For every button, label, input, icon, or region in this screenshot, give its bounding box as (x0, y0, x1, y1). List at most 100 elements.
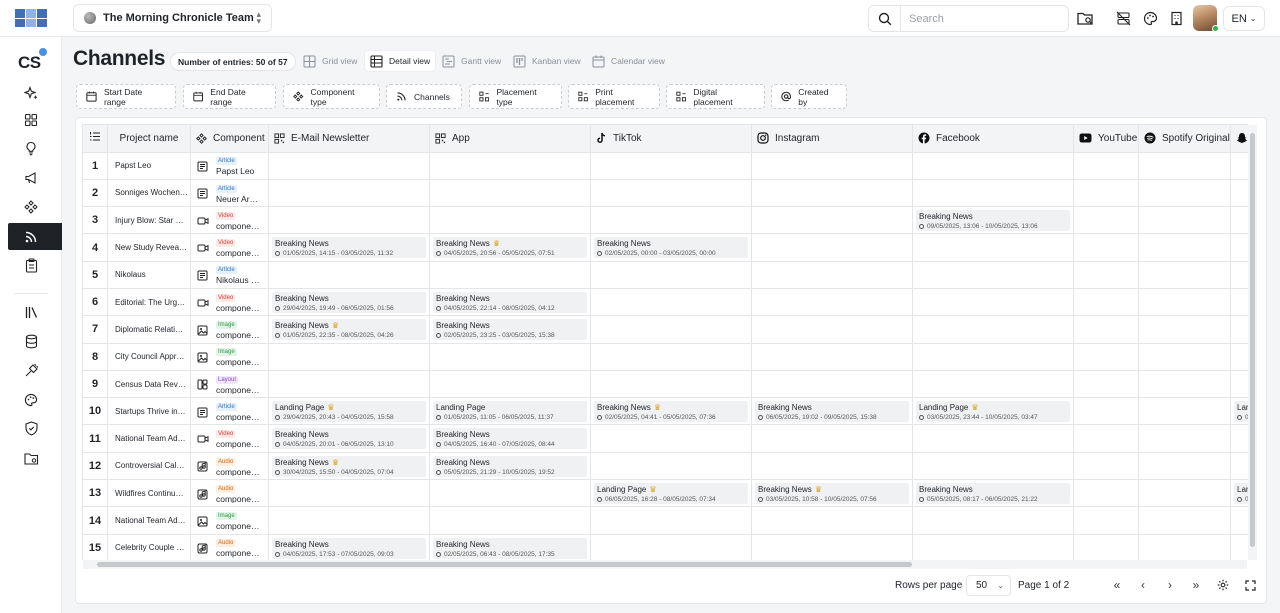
channel-cell-instagram[interactable] (751, 342, 913, 371)
channel-cell-tiktok[interactable] (590, 206, 752, 235)
placement-card[interactable]: Breaking News ♛ 04/05/2025, 20:56 - 05/05… (433, 237, 587, 259)
placement-card[interactable]: Lan 0 (1234, 483, 1248, 505)
table-row[interactable]: 2 Sonniges Wochen… Article Neuer Ar… (82, 178, 1248, 208)
channel-cell-facebook[interactable]: Landing Page ♛ 03/05/2025, 23:44 - 10/05/… (912, 397, 1074, 426)
vertical-scroll-thumb[interactable] (1250, 133, 1255, 547)
channel-cell-youtube[interactable] (1073, 397, 1139, 426)
placement-card[interactable]: Landing Page ♛ 06/05/2025, 16:28 - 08/05/… (594, 483, 748, 505)
search-input[interactable] (901, 6, 1068, 31)
component-cell[interactable]: Article Nikolaus … (190, 260, 269, 289)
channel-cell-spotify[interactable] (1138, 206, 1231, 235)
filter-created-by[interactable]: Created by (771, 84, 847, 109)
channel-cell-extra[interactable] (1230, 369, 1248, 399)
project-name-cell[interactable]: Nikolaus (107, 260, 191, 289)
column-header-youtube[interactable]: YouTube (1073, 125, 1139, 153)
sidebar-item-database[interactable] (8, 328, 62, 355)
column-header-app[interactable]: App (429, 125, 591, 153)
project-name-cell[interactable]: Census Data Rev… (107, 369, 191, 399)
channel-cell-instagram[interactable]: Breaking News ♛ 03/05/2025, 10:58 - 10/05… (751, 479, 913, 508)
channel-cell-tiktok[interactable] (590, 151, 752, 180)
placement-card[interactable]: Landing Page ♛ 29/04/2025, 20:43 - 04/05/… (272, 401, 426, 423)
component-cell[interactable]: Image compone… (190, 315, 269, 344)
project-name-cell[interactable]: Wildfires Continu… (107, 479, 191, 508)
component-cell[interactable]: Article Neuer Ar… (190, 178, 269, 208)
sidebar-item-integrations[interactable] (8, 357, 62, 384)
channel-cell-instagram[interactable] (751, 424, 913, 453)
channel-cell-app[interactable] (429, 369, 591, 399)
placement-card[interactable]: Breaking News ♛ 02/05/2025, 04:41 - 05/05… (594, 401, 748, 423)
filter-print-placement[interactable]: Print placement (568, 84, 660, 109)
channel-cell-youtube[interactable] (1073, 479, 1139, 508)
table-row[interactable]: 6 Editorial: The Urg… Video compone… Brea… (82, 287, 1248, 317)
sidebar-item-ai[interactable] (8, 80, 62, 107)
channel-cell-tiktok[interactable] (590, 533, 752, 560)
sidebar-item-channels[interactable] (8, 223, 62, 250)
channel-cell-extra[interactable]: Lan 0 (1230, 397, 1248, 426)
component-cell[interactable]: Layout compone… (190, 369, 269, 399)
component-cell[interactable]: Video compone… (190, 206, 269, 235)
sidebar-item-library[interactable] (8, 299, 62, 326)
table-row[interactable]: 14 National Team Ad… Image compone… (82, 506, 1248, 535)
channel-cell-extra[interactable]: Lan 0 (1230, 479, 1248, 508)
channel-cell-facebook[interactable] (912, 451, 1074, 481)
channel-cell-email[interactable]: Breaking News 04/05/2025, 20:01 - 06/05/… (268, 424, 430, 453)
channel-cell-tiktok[interactable] (590, 260, 752, 289)
channel-cell-facebook[interactable] (912, 233, 1074, 262)
channel-cell-youtube[interactable] (1073, 206, 1139, 235)
placement-card[interactable]: Breaking News 04/05/2025, 16:40 - 07/05/… (433, 428, 587, 450)
channel-cell-facebook[interactable] (912, 424, 1074, 453)
view-grid-button[interactable]: Grid view (298, 50, 362, 72)
placement-card[interactable]: Breaking News 04/05/2025, 17:53 - 07/05/… (272, 537, 426, 559)
component-cell[interactable]: Video compone… (190, 287, 269, 317)
channel-cell-spotify[interactable] (1138, 260, 1231, 289)
placement-card[interactable]: Landing Page 01/05/2025, 11:05 - 06/05/2… (433, 401, 587, 423)
channel-cell-youtube[interactable] (1073, 369, 1139, 399)
channel-cell-tiktok[interactable] (590, 287, 752, 317)
table-row[interactable]: 15 Celebrity Couple … Audio compone… Brea… (82, 533, 1248, 560)
channel-cell-youtube[interactable] (1073, 315, 1139, 344)
channel-cell-spotify[interactable] (1138, 178, 1231, 208)
placement-card[interactable]: Breaking News 05/05/2025, 21:29 - 10/05/… (433, 455, 587, 477)
horizontal-scroll-thumb[interactable] (97, 562, 912, 567)
component-cell[interactable]: Image compone… (190, 342, 269, 371)
project-name-cell[interactable]: National Team Ad… (107, 506, 191, 535)
channel-cell-youtube[interactable] (1073, 151, 1139, 180)
previous-page-button[interactable]: ‹ (1135, 577, 1151, 593)
placement-card[interactable]: Breaking News 02/05/2025, 00:00 - 03/05/… (594, 237, 748, 259)
channel-cell-facebook[interactable] (912, 178, 1074, 208)
channel-cell-instagram[interactable] (751, 151, 913, 180)
project-name-cell[interactable]: Diplomatic Relati… (107, 315, 191, 344)
filter-digital-placement[interactable]: Digital placement (666, 84, 765, 109)
project-name-cell[interactable]: Startups Thrive in… (107, 397, 191, 426)
channel-cell-spotify[interactable] (1138, 287, 1231, 317)
component-cell[interactable]: Audio compone… (190, 451, 269, 481)
channel-cell-youtube[interactable] (1073, 533, 1139, 560)
column-header-facebook[interactable]: Facebook (912, 125, 1074, 153)
channel-cell-facebook[interactable] (912, 533, 1074, 560)
channel-cell-instagram[interactable]: Breaking News 06/05/2025, 19:02 - 09/05/… (751, 397, 913, 426)
channel-cell-tiktok[interactable] (590, 342, 752, 371)
project-name-cell[interactable]: City Council Appr… (107, 342, 191, 371)
channel-cell-app[interactable] (429, 178, 591, 208)
channel-cell-extra[interactable] (1230, 206, 1248, 235)
team-selector[interactable]: The Morning Chronicle Team ▴ ▾ (73, 4, 272, 32)
channel-cell-youtube[interactable] (1073, 260, 1139, 289)
component-cell[interactable]: Article compone… (190, 397, 269, 426)
server-off-icon[interactable] (1114, 9, 1132, 27)
channel-cell-tiktok[interactable] (590, 451, 752, 481)
view-gantt-button[interactable]: Gantt view (437, 50, 506, 72)
placement-card[interactable]: Breaking News 01/05/2025, 14:15 - 03/05/… (272, 237, 426, 259)
user-avatar[interactable] (1193, 5, 1219, 32)
placement-card[interactable]: Breaking News ♛ 01/05/2025, 22:35 - 08/05… (272, 319, 426, 341)
channel-cell-app[interactable]: Breaking News 04/05/2025, 16:40 - 07/05/… (429, 424, 591, 453)
app-logo[interactable] (15, 9, 47, 27)
project-name-cell[interactable]: Papst Leo (107, 151, 191, 180)
placement-card[interactable]: Breaking News 02/05/2025, 06:43 - 08/05/… (433, 537, 587, 559)
channel-cell-app[interactable] (429, 151, 591, 180)
channel-cell-spotify[interactable] (1138, 424, 1231, 453)
component-cell[interactable]: Article Papst Leo (190, 151, 269, 180)
column-header-email-newsletter[interactable]: E-Mail Newsletter (268, 125, 430, 153)
component-cell[interactable]: Image compone… (190, 506, 269, 535)
sidebar-item-ideas[interactable] (8, 135, 62, 162)
sidebar-item-tasks[interactable] (8, 252, 62, 279)
